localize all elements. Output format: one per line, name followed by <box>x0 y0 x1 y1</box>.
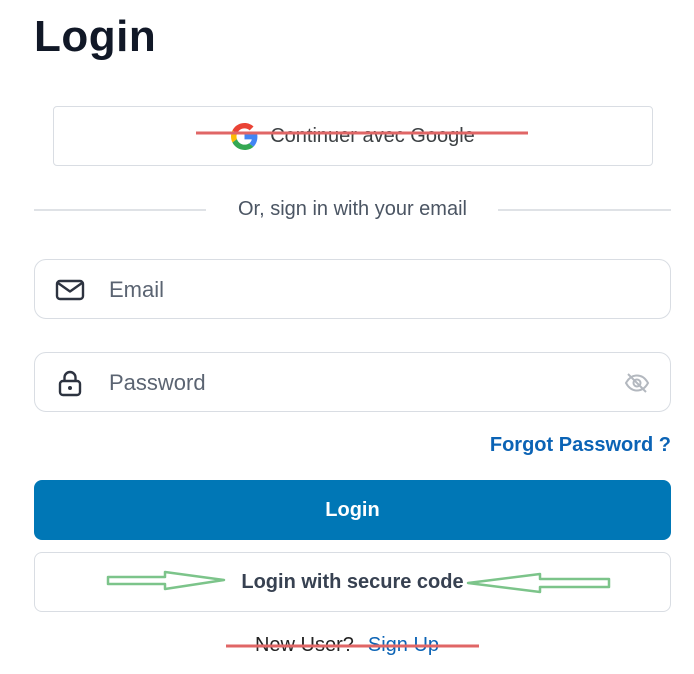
secure-code-button-label: Login with secure code <box>241 570 464 593</box>
sign-up-link[interactable]: Sign Up <box>368 634 439 656</box>
login-button[interactable]: Login <box>34 480 671 540</box>
signup-row: New User? Sign Up <box>0 634 694 657</box>
forgot-password-link[interactable]: Forgot Password ? <box>490 434 671 457</box>
email-field[interactable] <box>34 259 671 319</box>
divider-line-right <box>498 209 671 211</box>
lock-icon <box>58 370 82 397</box>
eye-off-icon[interactable] <box>624 371 650 395</box>
page-title: Login <box>34 12 157 61</box>
email-divider: Or, sign in with your email <box>34 196 671 224</box>
mail-icon <box>55 279 85 301</box>
google-g-icon <box>231 122 258 150</box>
password-input[interactable] <box>109 363 609 403</box>
secure-code-login-button[interactable]: Login with secure code <box>34 552 671 612</box>
password-field[interactable] <box>34 352 671 412</box>
new-user-text: New User? <box>254 634 354 656</box>
email-input[interactable] <box>109 270 609 310</box>
login-button-label: Login <box>325 498 380 521</box>
google-button-label: Continuer avec Google <box>270 124 475 147</box>
google-sign-in-button[interactable]: Continuer avec Google <box>53 106 653 166</box>
